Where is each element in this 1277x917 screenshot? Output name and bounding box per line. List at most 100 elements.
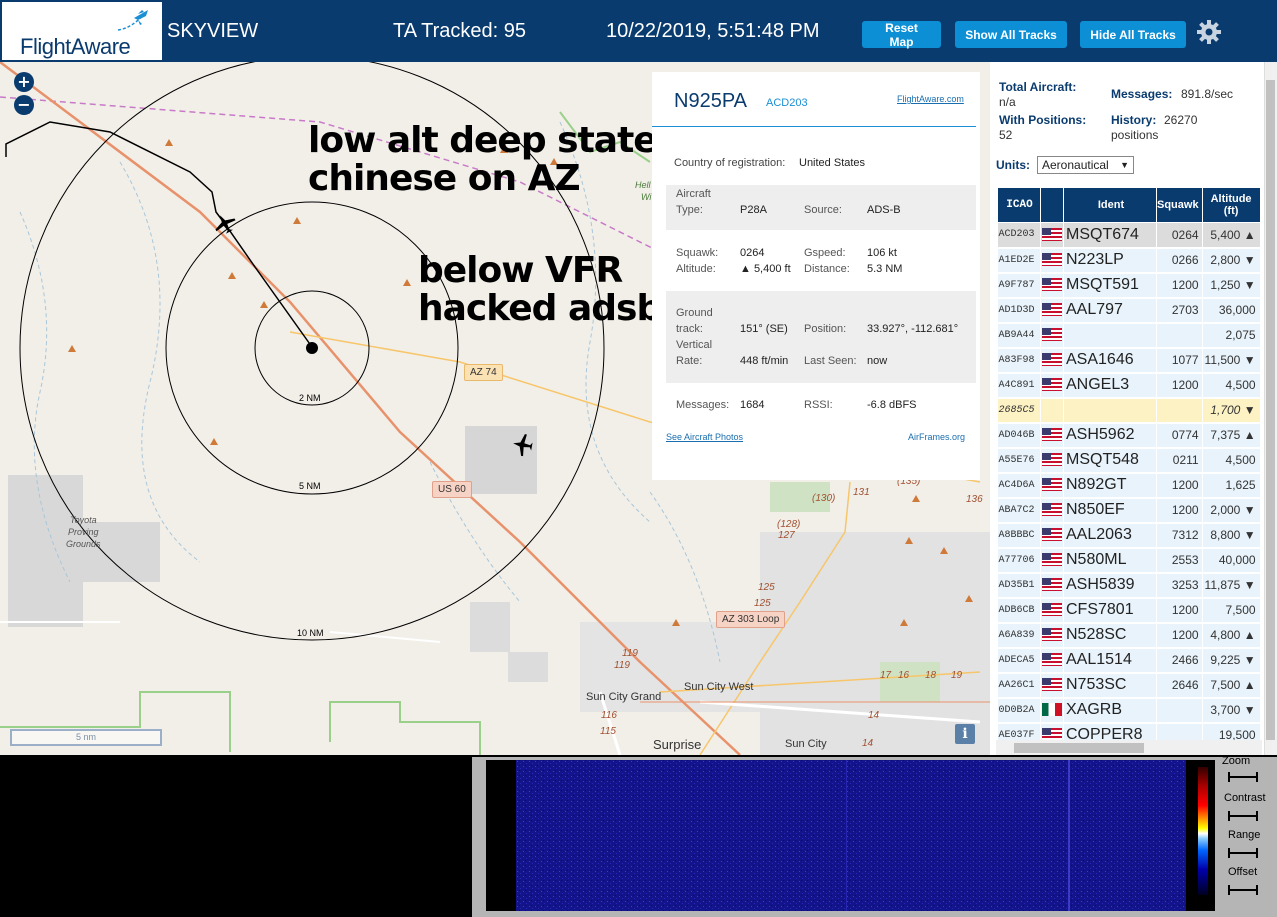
flag-cell: [1040, 547, 1064, 574]
ident-cell: ASA1646: [1063, 347, 1157, 374]
ident-cell: MSQT591: [1063, 272, 1157, 299]
flag-cell: [1040, 272, 1064, 299]
squawk-cell: 0211: [1156, 447, 1203, 474]
popup-icao[interactable]: ACD203: [766, 97, 808, 109]
table-row[interactable]: A4C891 ANGEL3 1200 4,500: [997, 372, 1261, 399]
track-value: 151° (SE): [740, 323, 788, 335]
table-row[interactable]: A83F98 ASA1646 1077 11,500 ▼: [997, 347, 1261, 374]
with-positions-value: 52: [999, 128, 1013, 142]
ring-label-2nm: 2 NM: [299, 393, 321, 403]
map-info-button[interactable]: i: [955, 724, 975, 744]
squawk-cell: 1200: [1156, 497, 1203, 524]
rssi-label: RSSI:: [804, 399, 833, 411]
icao-cell: A55E76: [997, 447, 1041, 474]
urban-area-1: [470, 602, 510, 652]
us-flag-icon: [1042, 603, 1062, 617]
col-altitude[interactable]: Altitude (ft): [1201, 187, 1261, 223]
ident-cell: AAL1514: [1063, 647, 1157, 674]
table-row[interactable]: 0D0B2A XAGRB 3,700 ▼: [997, 697, 1261, 724]
col-icao[interactable]: ICAO: [997, 187, 1041, 223]
airframes-link[interactable]: AirFrames.org: [908, 432, 965, 442]
flag-cell: [1040, 472, 1064, 499]
zoom-out-button[interactable]: −: [14, 95, 34, 115]
flag-cell: [1040, 597, 1064, 624]
table-row[interactable]: 2685C5 1,700 ▼: [997, 397, 1261, 424]
flightaware-link[interactable]: FlightAware.com: [897, 94, 964, 104]
aircraft-table-body: ACD203 MSQT674 0264 5,400 ▲ A1ED2E N223LP 0266…: [997, 222, 1261, 749]
squawk-cell: 0774: [1156, 422, 1203, 449]
table-row[interactable]: AD35B1 ASH5839 3253 11,875 ▼: [997, 572, 1261, 599]
table-row[interactable]: ADB6CB CFS7801 1200 7,500: [997, 597, 1261, 624]
place-label-hell: Hell: [635, 180, 651, 190]
units-select[interactable]: Aeronautical ▼: [1037, 156, 1134, 174]
place-label-surprise: Surprise: [653, 737, 702, 752]
place-label-toyota: Toyota: [70, 515, 97, 525]
history-value: 26270: [1164, 113, 1198, 127]
sidebar-scrollbar-thumb[interactable]: [1266, 80, 1275, 740]
route-number: 14: [862, 738, 874, 749]
us-flag-icon: [1042, 453, 1062, 467]
flag-cell: [1040, 697, 1064, 724]
rssi-value: -6.8 dBFS: [867, 399, 917, 411]
col-flag[interactable]: [1040, 187, 1064, 223]
waterfall-display[interactable]: [516, 760, 1186, 911]
table-row[interactable]: AA26C1 N753SC 2646 7,500 ▲: [997, 672, 1261, 699]
icao-cell: A8BBBC: [997, 522, 1041, 549]
us-flag-icon: [1042, 328, 1062, 342]
ident-cell: [1063, 397, 1157, 424]
show-all-tracks-button[interactable]: Show All Tracks: [955, 21, 1067, 48]
table-row[interactable]: A55E76 MSQT548 0211 4,500: [997, 447, 1261, 474]
hide-all-tracks-button[interactable]: Hide All Tracks: [1080, 21, 1186, 48]
table-row[interactable]: AD1D3D AAL797 2703 36,000: [997, 297, 1261, 324]
sidebar-panel: Total Aircraft: n/a With Positions: 52 M…: [990, 62, 1277, 755]
table-row[interactable]: ACD203 MSQT674 0264 5,400 ▲: [997, 222, 1261, 249]
squawk-cell: 2466: [1156, 647, 1203, 674]
altitude-cell: 7,500: [1202, 597, 1261, 624]
col-ident[interactable]: Ident: [1063, 187, 1157, 223]
table-row[interactable]: ABA7C2 N850EF 1200 2,000 ▼: [997, 497, 1261, 524]
flag-cell: [1040, 297, 1064, 324]
table-row[interactable]: A6A839 N528SC 1200 4,800 ▲: [997, 622, 1261, 649]
zoom-control-label: Zoom: [1222, 755, 1251, 767]
table-row[interactable]: AB9A44 2,075: [997, 322, 1261, 349]
route-number: 16: [898, 670, 910, 681]
annotation-line: below VFR: [418, 250, 623, 291]
position-value: 33.927°, -112.681°: [867, 323, 959, 335]
reset-map-button[interactable]: Reset Map: [862, 21, 941, 49]
distance-label: Distance:: [804, 263, 850, 275]
table-horizontal-scrollbar-thumb[interactable]: [1014, 743, 1144, 753]
top-header: FlightAware SKYVIEW TA Tracked: 95 10/22…: [0, 0, 1277, 62]
aircraft-photos-link[interactable]: See Aircraft Photos: [666, 432, 743, 442]
table-row[interactable]: A77706 N580ML 2553 40,000: [997, 547, 1261, 574]
flightaware-logo[interactable]: FlightAware: [2, 2, 162, 60]
country-label: Country of registration:: [674, 157, 786, 169]
place-label-toyota: Proving: [68, 527, 99, 537]
flag-cell: [1040, 572, 1064, 599]
table-row[interactable]: AC4D6A N892GT 1200 1,625: [997, 472, 1261, 499]
track-label: Ground: [676, 307, 713, 319]
table-row[interactable]: A8BBBC AAL2063 7312 8,800 ▼: [997, 522, 1261, 549]
table-header-row: ICAO Ident Squawk Altitude (ft): [997, 187, 1261, 223]
zoom-slider[interactable]: [1228, 772, 1258, 782]
table-row[interactable]: AD046B ASH5962 0774 7,375 ▲: [997, 422, 1261, 449]
route-number: 119: [614, 660, 630, 671]
us-flag-icon: [1042, 653, 1062, 667]
icao-cell: A83F98: [997, 347, 1041, 374]
altitude-cell: 40,000: [1202, 547, 1261, 574]
gear-icon[interactable]: [1196, 19, 1222, 45]
offset-slider[interactable]: [1228, 885, 1258, 895]
table-row[interactable]: ADECA5 AAL1514 2466 9,225 ▼: [997, 647, 1261, 674]
squawk-cell: 1077: [1156, 347, 1203, 374]
route-number: 131: [853, 487, 870, 498]
table-row[interactable]: A9F787 MSQT591 1200 1,250 ▼: [997, 272, 1261, 299]
history-value-unit: positions: [1111, 128, 1159, 142]
contrast-slider[interactable]: [1228, 811, 1258, 821]
squawk-cell: 0264: [1156, 222, 1203, 249]
route-number: 127: [778, 530, 795, 541]
col-squawk[interactable]: Squawk: [1156, 187, 1203, 223]
route-number: (130): [812, 493, 836, 504]
table-row[interactable]: A1ED2E N223LP 0266 2,800 ▼: [997, 247, 1261, 274]
zoom-in-button[interactable]: +: [14, 72, 34, 92]
range-slider[interactable]: [1228, 848, 1258, 858]
ident-cell: ASH5962: [1063, 422, 1157, 449]
